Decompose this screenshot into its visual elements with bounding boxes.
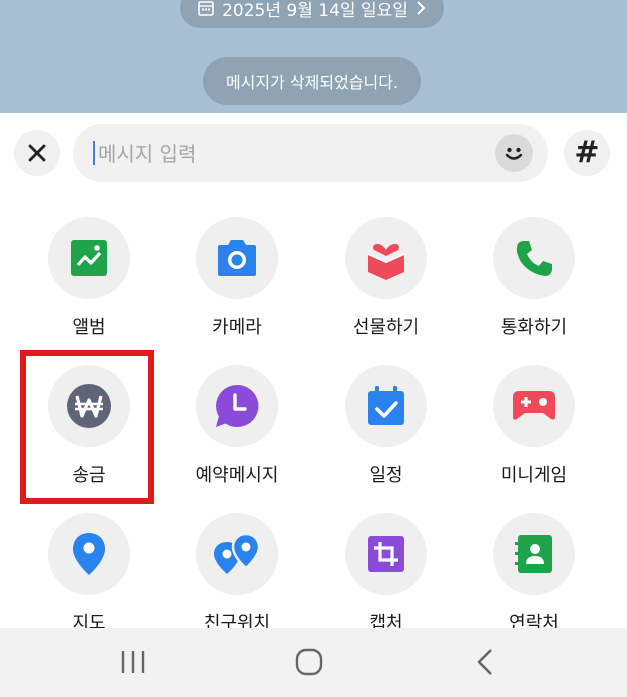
- phone-icon: [516, 241, 552, 276]
- menu-item-label: 앨범: [72, 317, 106, 338]
- menu-item-label: 미니게임: [500, 465, 568, 486]
- menu-item-label: 통화하기: [500, 317, 568, 338]
- capture-button[interactable]: [345, 513, 427, 595]
- message-input[interactable]: [96, 124, 480, 184]
- highlight-box: [20, 350, 154, 504]
- menu-item-gift[interactable]: 선물하기: [312, 193, 460, 343]
- message-input-bar: #: [0, 113, 627, 193]
- menu-item-schedule[interactable]: 일정: [312, 341, 460, 491]
- home-icon: [295, 648, 323, 676]
- calendar-small-icon: [198, 1, 214, 16]
- menu-item-capture[interactable]: 캡처: [312, 489, 460, 639]
- friends-location-icon: [214, 532, 261, 574]
- scheduled-message-button[interactable]: [196, 365, 278, 447]
- menu-item-label: 카메라: [212, 317, 262, 338]
- system-navigation-bar: [0, 628, 627, 697]
- menu-item-label: 선물하기: [352, 317, 420, 338]
- menu-item-label: 예약메시지: [195, 465, 279, 486]
- mini-game-button[interactable]: [493, 365, 575, 447]
- back-icon: [477, 649, 492, 675]
- menu-item-mini-game[interactable]: 미니게임: [460, 341, 608, 491]
- map-button[interactable]: [48, 513, 130, 595]
- map-pin-icon: [73, 533, 105, 575]
- close-button[interactable]: [14, 130, 60, 176]
- chevron-right-icon: [417, 1, 426, 15]
- menu-item-map[interactable]: 지도: [15, 489, 163, 639]
- home-button[interactable]: [279, 642, 339, 682]
- back-button[interactable]: [455, 642, 515, 682]
- menu-item-label: 일정: [369, 465, 403, 486]
- crop-icon: [368, 536, 404, 572]
- menu-item-friend-location[interactable]: 친구위치: [163, 489, 311, 639]
- camera-button[interactable]: [196, 217, 278, 299]
- gamepad-icon: [513, 391, 555, 420]
- deleted-message-notice: 메시지가 삭제되었습니다.: [203, 57, 421, 105]
- recent-apps-button[interactable]: [103, 642, 163, 682]
- text-caret: [93, 141, 95, 165]
- calendar-icon: [368, 386, 404, 425]
- menu-item-contacts[interactable]: 연락처: [460, 489, 608, 639]
- message-field[interactable]: [73, 124, 548, 184]
- deleted-notice-text: 메시지가 삭제되었습니다.: [225, 73, 399, 92]
- date-label: 2025년 9월 14일 일요일: [222, 0, 408, 21]
- close-icon: [28, 144, 46, 162]
- menu-item-camera[interactable]: 카메라: [163, 193, 311, 343]
- date-divider: 2025년 9월 14일 일요일: [180, 0, 444, 28]
- camera-icon: [218, 240, 256, 276]
- recent-apps-icon: [121, 651, 145, 673]
- smiley-icon: [505, 147, 523, 160]
- chat-background: 2025년 9월 14일 일요일 메시지가 삭제되었습니다.: [0, 0, 627, 113]
- album-icon: [71, 240, 107, 276]
- gift-button[interactable]: [345, 217, 427, 299]
- emoji-button[interactable]: [495, 134, 533, 172]
- schedule-button[interactable]: [345, 365, 427, 447]
- clock-icon: [216, 384, 259, 427]
- album-button[interactable]: [48, 217, 130, 299]
- menu-item-album[interactable]: 앨범: [15, 193, 163, 343]
- contacts-button[interactable]: [493, 513, 575, 595]
- gift-icon: [367, 243, 405, 280]
- hashtag-icon: #: [574, 135, 600, 170]
- call-button[interactable]: [493, 217, 575, 299]
- friend-location-button[interactable]: [196, 513, 278, 595]
- menu-item-call[interactable]: 통화하기: [460, 193, 608, 343]
- contacts-icon: [515, 535, 552, 573]
- hashtag-button[interactable]: #: [564, 130, 610, 176]
- menu-item-scheduled-message[interactable]: 예약메시지: [163, 341, 311, 491]
